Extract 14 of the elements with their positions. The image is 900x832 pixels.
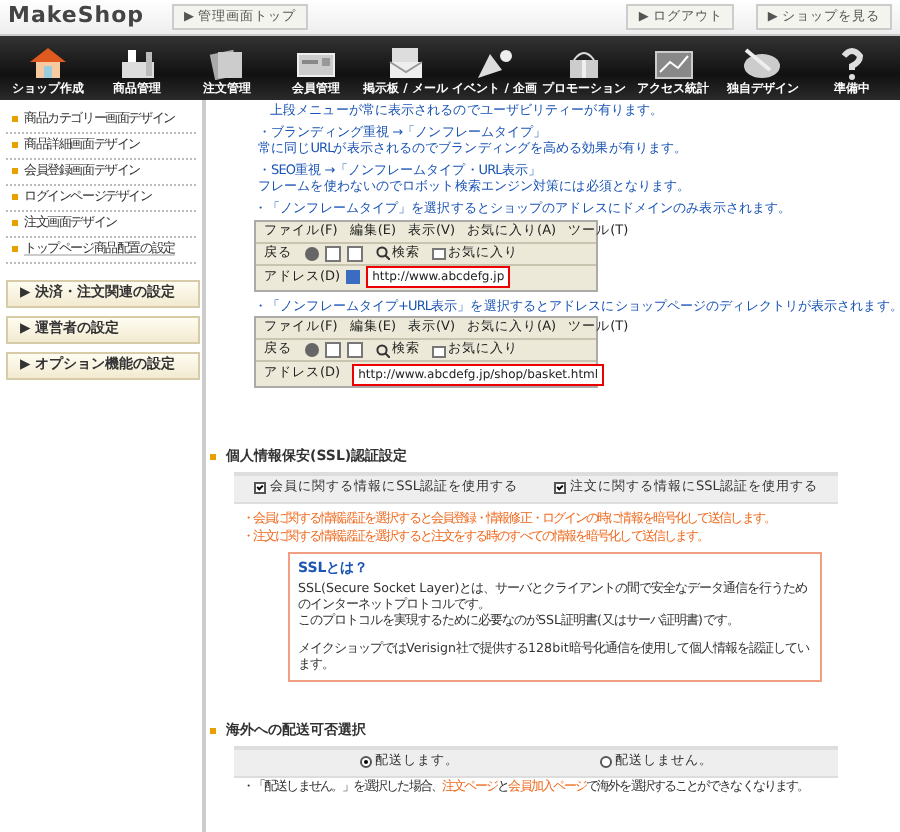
search-icon — [376, 246, 390, 261]
radio-button[interactable] — [599, 755, 611, 768]
toolbar-icons-drawing — [304, 245, 364, 262]
folder-icon — [432, 343, 446, 358]
house-icon — [26, 46, 71, 81]
checkbox[interactable] — [554, 481, 566, 494]
page-icon — [346, 270, 361, 285]
radio-button[interactable] — [359, 755, 371, 768]
logo: MakeShop — [8, 4, 145, 30]
search-icon — [376, 343, 390, 358]
checkbox[interactable] — [254, 481, 267, 494]
folder-icon — [432, 246, 446, 261]
chart-icon — [651, 46, 696, 81]
toolbar-icons-drawing — [304, 342, 364, 359]
